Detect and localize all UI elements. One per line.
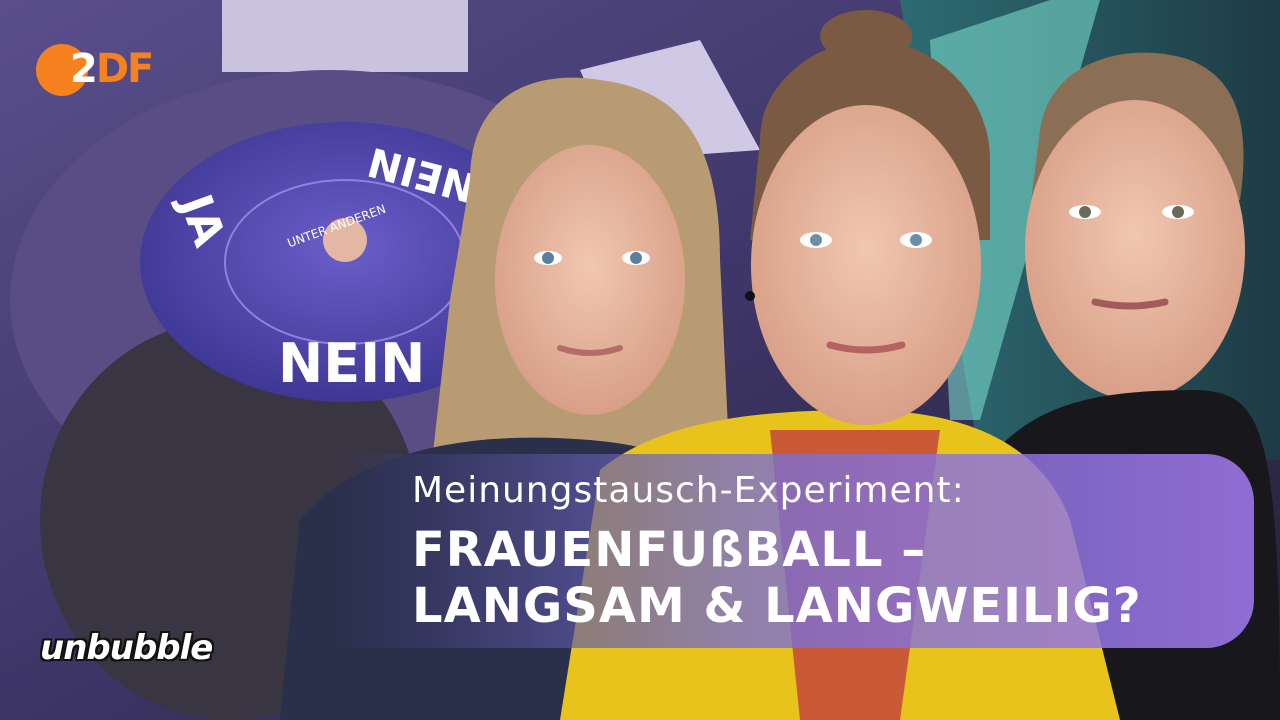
zdf-logo-text: 2DF <box>70 46 154 92</box>
title-subtitle: Meinungstausch-Experiment: <box>412 470 965 511</box>
unbubble-logo: unbubble <box>40 628 213 668</box>
zdf-logo: 2DF <box>36 44 164 96</box>
person-right-face <box>1025 100 1245 400</box>
person-left-face <box>495 145 685 415</box>
disc-label-nein-bottom: NEIN <box>278 332 425 395</box>
title-line-2: LANGSAM & LANGWEILIG? <box>412 578 1142 634</box>
title-line-1: FRAUENFUßBALL – <box>412 522 927 578</box>
top-block <box>222 0 468 72</box>
earring <box>745 291 755 301</box>
person-center-face <box>751 105 981 425</box>
title-headline: FRAUENFUßBALL – LANGSAM & LANGWEILIG? <box>412 522 1142 634</box>
thumbnail: JA NEIN NEIN UNTER ANDEREN 2DF Meinungst… <box>0 0 1280 720</box>
person-center-bun <box>820 10 912 62</box>
